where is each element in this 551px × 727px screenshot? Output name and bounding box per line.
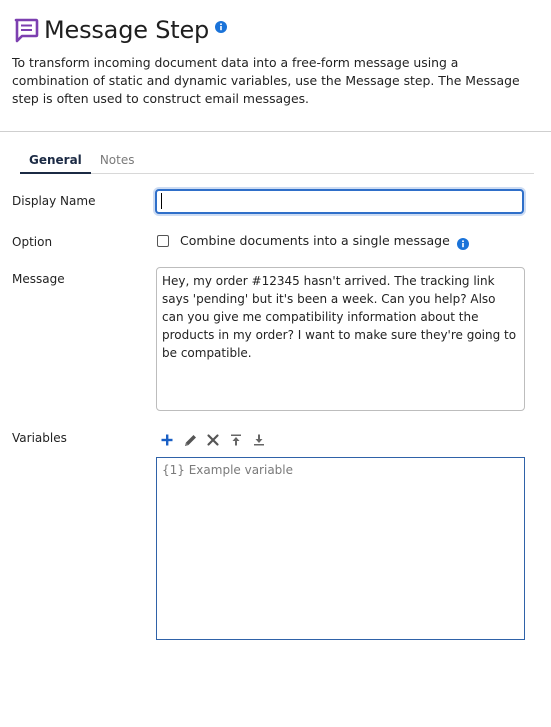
variables-label: Variables [12, 431, 67, 445]
move-bottom-icon[interactable] [251, 432, 267, 448]
delete-icon[interactable] [205, 432, 221, 448]
header-divider [0, 131, 551, 132]
display-name-input[interactable] [155, 189, 524, 214]
variables-toolbar [159, 432, 267, 448]
combine-documents-label: Combine documents into a single message [180, 233, 450, 248]
tab-general[interactable]: General [20, 152, 91, 174]
list-item[interactable]: {1} Example variable [162, 463, 519, 477]
message-step-icon [12, 16, 40, 44]
text-caret [161, 193, 162, 209]
page-description: To transform incoming document data into… [12, 55, 520, 106]
message-label: Message [12, 272, 65, 286]
title-row: Message Step [12, 14, 542, 46]
tab-notes[interactable]: Notes [91, 152, 144, 173]
page-header: Message Step To transform incoming docum… [12, 14, 542, 108]
move-top-icon[interactable] [228, 432, 244, 448]
edit-icon[interactable] [182, 432, 198, 448]
info-icon[interactable] [215, 18, 228, 33]
combine-documents-checkbox[interactable] [157, 234, 169, 247]
variables-list[interactable]: {1} Example variable [156, 457, 525, 640]
tab-bar: General Notes [20, 152, 534, 174]
option-label: Option [12, 235, 53, 249]
display-name-label: Display Name [12, 194, 96, 208]
page-title: Message Step [44, 16, 210, 44]
add-icon[interactable] [159, 432, 175, 448]
combine-documents-option[interactable]: Combine documents into a single message [157, 233, 469, 250]
info-icon[interactable] [456, 235, 469, 250]
message-textarea[interactable]: Hey, my order #12345 hasn't arrived. The… [156, 267, 525, 411]
